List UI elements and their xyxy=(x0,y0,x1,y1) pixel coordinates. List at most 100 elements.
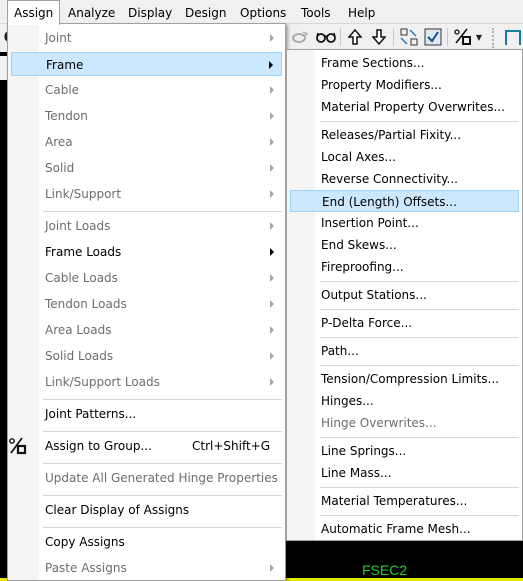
dropdown-caret-icon[interactable]: ▼ xyxy=(474,27,484,47)
frame-submenu: Frame Sections... Property Modifiers... Ma… xyxy=(286,49,523,541)
menu-separator xyxy=(320,337,519,338)
submenu-item-label: Line Springs... xyxy=(321,444,407,458)
submenu-item-end-length-offsets[interactable]: End (Length) Offsets... xyxy=(290,190,519,212)
menu-item-cable-loads[interactable]: Cable Loads xyxy=(11,266,282,290)
submenu-item-material-temperatures[interactable]: Material Temperatures... xyxy=(290,490,519,512)
submenu-item-frame-sections[interactable]: Frame Sections... xyxy=(290,52,519,74)
submenu-item-material-property-overwrites[interactable]: Material Property Overwrites... xyxy=(290,96,519,118)
menu-item-cable[interactable]: Cable xyxy=(11,78,282,102)
menu-item-paste-assigns[interactable]: Paste Assigns xyxy=(11,556,282,580)
menu-item-label: Joint Loads xyxy=(45,219,111,233)
submenu-item-fireproofing[interactable]: Fireproofing... xyxy=(290,256,519,278)
menu-tools[interactable]: Tools xyxy=(301,0,331,24)
menu-item-assign-to-group[interactable]: Assign to Group... Ctrl+Shift+G xyxy=(9,434,282,458)
glasses-icon[interactable] xyxy=(316,27,336,47)
submenu-item-releases-partial-fixity[interactable]: Releases/Partial Fixity... xyxy=(290,124,519,146)
submenu-arrow-icon xyxy=(270,352,274,360)
menu-item-joint[interactable]: Joint xyxy=(11,26,282,50)
submenu-item-path[interactable]: Path... xyxy=(290,340,519,362)
menu-item-label: Paste Assigns xyxy=(45,561,127,575)
menu-analyze[interactable]: Analyze xyxy=(68,0,115,24)
menu-item-update-all-generated-hinge-properties[interactable]: Update All Generated Hinge Properties xyxy=(11,466,282,490)
menu-separator xyxy=(43,431,282,432)
submenu-item-label: Fireproofing... xyxy=(321,260,404,274)
menu-item-label: Joint xyxy=(45,31,72,45)
menu-item-joint-patterns[interactable]: Joint Patterns... xyxy=(11,402,282,426)
menu-item-frame[interactable]: Frame xyxy=(11,52,282,76)
submenu-item-hinges[interactable]: Hinges... xyxy=(290,390,519,412)
submenu-item-p-delta-force[interactable]: P-Delta Force... xyxy=(290,312,519,334)
submenu-item-reverse-connectivity[interactable]: Reverse Connectivity... xyxy=(290,168,519,190)
submenu-item-label: Local Axes... xyxy=(321,150,396,164)
arrow-down-icon[interactable] xyxy=(369,27,389,47)
menu-help[interactable]: Help xyxy=(348,0,375,24)
toolbar-grip[interactable] xyxy=(492,28,494,48)
menu-item-label: Solid Loads xyxy=(45,349,114,363)
rotate-3d-icon[interactable] xyxy=(290,27,310,47)
menu-item-link-support[interactable]: Link/Support xyxy=(11,182,282,206)
submenu-arrow-icon xyxy=(269,61,273,69)
menu-assign[interactable]: Assign xyxy=(7,0,61,25)
model-canvas[interactable]: FSEC2 xyxy=(286,540,523,581)
submenu-item-label: Frame Sections... xyxy=(321,56,425,70)
submenu-item-label: End Skews... xyxy=(321,238,397,252)
submenu-item-label: Reverse Connectivity... xyxy=(321,172,458,186)
menu-item-label: Tendon xyxy=(45,109,88,123)
submenu-arrow-icon xyxy=(270,112,274,120)
menu-item-label: Assign to Group... xyxy=(45,439,152,453)
submenu-arrow-icon xyxy=(270,326,274,334)
submenu-item-property-modifiers[interactable]: Property Modifiers... xyxy=(290,74,519,96)
menu-item-solid[interactable]: Solid xyxy=(11,156,282,180)
submenu-item-hinge-overwrites[interactable]: Hinge Overwrites... xyxy=(290,412,519,434)
menu-design[interactable]: Design xyxy=(185,0,226,24)
toolbar-separator xyxy=(340,28,341,46)
submenu-item-line-mass[interactable]: Line Mass... xyxy=(290,462,519,484)
menu-item-label: Link/Support xyxy=(45,187,122,201)
menu-item-joint-loads[interactable]: Joint Loads xyxy=(11,214,282,238)
submenu-item-label: Material Property Overwrites... xyxy=(321,100,505,114)
submenu-arrow-icon xyxy=(270,190,274,198)
menu-item-copy-assigns[interactable]: Copy Assigns xyxy=(11,530,282,554)
menu-separator xyxy=(43,495,282,496)
toolbar-separator xyxy=(393,28,394,46)
submenu-arrow-icon xyxy=(270,564,274,572)
menu-item-label: Frame Loads xyxy=(45,245,122,259)
submenu-item-label: Hinges... xyxy=(321,394,374,408)
submenu-item-local-axes[interactable]: Local Axes... xyxy=(290,146,519,168)
menu-item-label: Cable xyxy=(45,83,80,97)
frame-icon[interactable] xyxy=(503,27,523,47)
submenu-item-end-skews[interactable]: End Skews... xyxy=(290,234,519,256)
menu-separator xyxy=(320,281,519,282)
assign-to-group-icon[interactable] xyxy=(453,27,473,47)
menu-options[interactable]: Options xyxy=(240,0,286,24)
menu-item-shortcut: Ctrl+Shift+G xyxy=(192,439,271,453)
submenu-item-label: Path... xyxy=(321,344,359,358)
toolbar-separator xyxy=(447,28,448,46)
submenu-item-line-springs[interactable]: Line Springs... xyxy=(290,440,519,462)
menu-separator xyxy=(43,399,282,400)
submenu-item-tension-compression-limits[interactable]: Tension/Compression Limits... xyxy=(290,368,519,390)
menu-item-area-loads[interactable]: Area Loads xyxy=(11,318,282,342)
menu-item-label: Area xyxy=(45,135,73,149)
checkbox-icon[interactable] xyxy=(423,27,443,47)
submenu-arrow-icon xyxy=(270,86,274,94)
submenu-item-output-stations[interactable]: Output Stations... xyxy=(290,284,519,306)
menu-item-label: Joint Patterns... xyxy=(45,407,137,421)
submenu-item-insertion-point[interactable]: Insertion Point... xyxy=(290,212,519,234)
arrow-up-icon[interactable] xyxy=(345,27,365,47)
submenu-item-label: Property Modifiers... xyxy=(321,78,442,92)
menu-item-label: Area Loads xyxy=(45,323,112,337)
menu-item-link-support-loads[interactable]: Link/Support Loads xyxy=(11,370,282,394)
menu-item-tendon[interactable]: Tendon xyxy=(11,104,282,128)
expand-selection-icon[interactable] xyxy=(399,27,419,47)
menu-item-clear-display-of-assigns[interactable]: Clear Display of Assigns xyxy=(11,498,282,522)
menu-display[interactable]: Display xyxy=(128,0,172,24)
menu-item-solid-loads[interactable]: Solid Loads xyxy=(11,344,282,368)
submenu-item-automatic-frame-mesh[interactable]: Automatic Frame Mesh... xyxy=(290,518,519,540)
submenu-item-label: Hinge Overwrites... xyxy=(321,416,437,430)
submenu-arrow-icon xyxy=(270,300,274,308)
submenu-item-label: Automatic Frame Mesh... xyxy=(321,522,471,536)
menu-item-tendon-loads[interactable]: Tendon Loads xyxy=(11,292,282,316)
menu-item-frame-loads[interactable]: Frame Loads xyxy=(11,240,282,264)
menu-item-area[interactable]: Area xyxy=(11,130,282,154)
